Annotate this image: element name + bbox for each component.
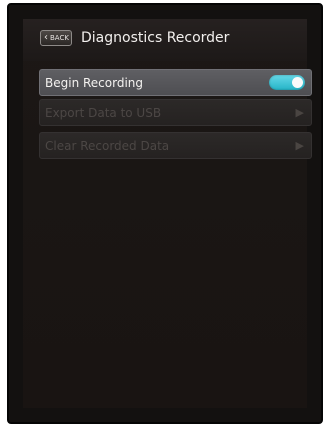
menu-item-label: Export Data to USB (45, 106, 162, 120)
menu-item-label: Begin Recording (45, 76, 144, 90)
recording-toggle[interactable] (269, 75, 305, 90)
page-title: Diagnostics Recorder (81, 30, 230, 46)
menu-item-export-data[interactable]: Export Data to USB ▶ (39, 99, 312, 126)
chevron-left-icon: ‹ (44, 32, 48, 43)
menu-item-clear-data[interactable]: Clear Recorded Data ▶ (39, 132, 312, 159)
play-arrow-icon: ▶ (295, 106, 304, 119)
menu-item-label: Clear Recorded Data (45, 139, 170, 153)
header-bar: ‹ BACK Diagnostics Recorder (23, 19, 307, 61)
toggle-knob (292, 77, 303, 88)
play-arrow-icon: ▶ (295, 139, 304, 152)
screen: ‹ BACK Diagnostics Recorder Begin Record… (23, 19, 312, 408)
back-button[interactable]: ‹ BACK (40, 30, 72, 46)
device-frame: ‹ BACK Diagnostics Recorder Begin Record… (7, 3, 323, 424)
menu-item-begin-recording[interactable]: Begin Recording (39, 69, 312, 96)
back-button-label: BACK (50, 34, 69, 42)
